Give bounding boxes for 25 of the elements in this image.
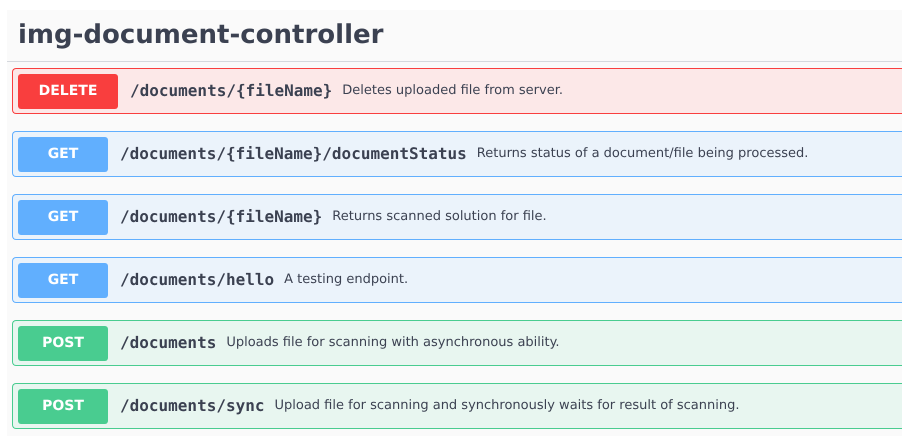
method-badge: POST bbox=[18, 388, 108, 424]
operation-row[interactable]: GET /documents/{fileName}/documentStatus Returns status of a document/file being processed. bbox=[12, 131, 902, 177]
method-badge: GET bbox=[18, 136, 108, 172]
operation-row[interactable]: DELETE /documents/{fileName} Deletes uploaded file from server. bbox=[12, 68, 902, 114]
method-badge: GET bbox=[18, 262, 108, 298]
operation-row[interactable]: GET /documents/{fileName} Returns scanned solution for file. bbox=[12, 194, 902, 240]
endpoint-summary: Deletes uploaded file from server. bbox=[342, 82, 563, 100]
endpoint-summary: Returns status of a document/file being processed. bbox=[476, 145, 808, 164]
method-badge: POST bbox=[18, 326, 108, 360]
endpoint-summary: Returns scanned solution for file. bbox=[332, 208, 547, 226]
section-title[interactable]: img-document-controller bbox=[18, 16, 384, 55]
endpoint-path: /documents/{fileName}/documentStatus bbox=[120, 143, 467, 165]
endpoint-path: /documents/sync bbox=[120, 395, 264, 417]
operation-row[interactable]: POST /documents Uploads file for scanning with asynchronous ability. bbox=[12, 320, 902, 366]
endpoint-summary: A testing endpoint. bbox=[284, 271, 408, 290]
endpoint-path: /documents/{fileName} bbox=[120, 206, 322, 228]
method-badge: GET bbox=[18, 200, 108, 234]
endpoint-summary: Uploads file for scanning with asynchronous ability. bbox=[226, 334, 560, 352]
operation-row[interactable]: POST /documents/sync Upload file for scanning and synchronously waits for result of scanning. bbox=[12, 383, 902, 429]
operation-row[interactable]: GET /documents/hello A testing endpoint. bbox=[12, 257, 902, 303]
endpoint-path: /documents bbox=[120, 332, 216, 354]
endpoint-path: /documents/hello bbox=[120, 269, 274, 291]
endpoint-summary: Upload file for scanning and synchronously waits for result of scanning. bbox=[274, 397, 740, 416]
method-badge: DELETE bbox=[18, 74, 118, 108]
endpoint-path: /documents/{fileName} bbox=[130, 80, 332, 102]
